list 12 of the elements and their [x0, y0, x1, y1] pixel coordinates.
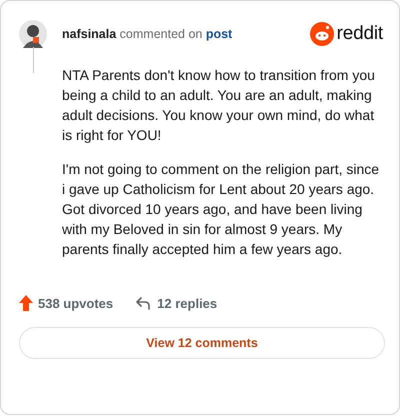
view-comments-button[interactable]: View 12 comments: [19, 327, 385, 359]
comment-paragraph: NTA Parents don't know how to transition from you being a child to an adult. You are an adult, making adult decisions. You know your own mind, do what is right for YOU!: [62, 66, 376, 145]
post-link[interactable]: post: [206, 27, 232, 41]
upvote-arrow-icon[interactable]: [19, 295, 33, 311]
reply-count: 12 replies: [157, 296, 218, 310]
brand-name: reddit: [336, 23, 383, 45]
alien-logo-icon: [310, 22, 334, 46]
comment-byline: nafsinala commented on post: [62, 27, 234, 41]
comment-paragraph: I'm not going to comment on the religion part, since i gave up Catholicism for Lent about 20 years ago. Got divorced 10 years ago, and have been living with my Beloved in sin for almost 9 years. My parents finally accepted him a few years ago.: [62, 160, 380, 259]
avatar-icon: [19, 20, 47, 48]
upvote-count: 538 upvotes: [38, 296, 114, 310]
reply-arrow-icon[interactable]: [135, 296, 152, 310]
